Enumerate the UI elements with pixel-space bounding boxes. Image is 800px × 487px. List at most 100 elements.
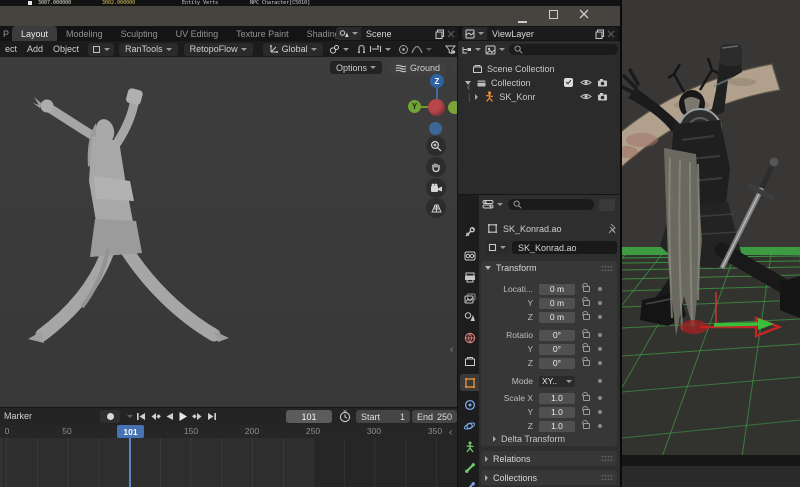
tab-collection-props[interactable] <box>461 353 478 370</box>
properties-search-input[interactable] <box>508 199 594 210</box>
snap-toggle[interactable] <box>356 44 367 55</box>
tab-view-layer[interactable] <box>461 290 478 307</box>
scene-icon[interactable] <box>336 27 361 40</box>
rotation-y-lock-icon[interactable] <box>583 346 590 352</box>
rotation-y-field[interactable]: 0° <box>539 344 575 355</box>
character-model-gray[interactable] <box>22 81 237 361</box>
rotation-x-field[interactable]: 0° <box>539 330 575 341</box>
pin-icon[interactable] <box>607 223 617 234</box>
menu-object[interactable]: Object <box>48 44 84 54</box>
playhead-line[interactable] <box>129 438 131 487</box>
region-chevron-outliner[interactable]: ‹ <box>467 83 470 93</box>
tab-tool[interactable] <box>461 223 478 240</box>
collection-hide-eye-icon[interactable] <box>580 78 592 87</box>
delta-transform-subpanel[interactable]: Delta Transform <box>493 433 629 445</box>
zoom-button[interactable] <box>426 136 446 156</box>
end-frame-field[interactable]: End 250 <box>412 410 457 423</box>
mode-dropdown[interactable] <box>88 43 114 56</box>
proportional-falloff-dropdown[interactable] <box>411 44 432 54</box>
tab-world[interactable] <box>461 329 478 346</box>
timeline-track-area[interactable] <box>0 438 457 487</box>
scale-y-field[interactable]: 1.0 <box>539 407 575 418</box>
tab-constraints[interactable] <box>461 396 478 413</box>
gizmo-axis-z-neg[interactable] <box>429 122 442 135</box>
pivot-point-dropdown[interactable] <box>329 44 349 55</box>
tab-output[interactable] <box>461 269 478 286</box>
next-keyframe-button[interactable] <box>192 412 203 421</box>
new-viewlayer-icon[interactable] <box>595 29 605 39</box>
marker-menu[interactable]: Marker <box>4 411 32 421</box>
rotation-z-lock-icon[interactable] <box>583 360 590 366</box>
gizmo-axis-z[interactable]: Z <box>430 74 444 88</box>
play-button[interactable] <box>178 411 188 422</box>
scale-x-field[interactable]: 1.0 <box>539 393 575 404</box>
scale-x-decorator[interactable] <box>598 396 602 400</box>
location-z-field[interactable]: 0 m <box>539 312 575 323</box>
relations-grip-icon[interactable] <box>601 455 613 462</box>
navigation-gizmo[interactable]: Z Y <box>398 73 457 143</box>
prev-keyframe-button[interactable] <box>150 412 161 421</box>
tab-bone-constraints[interactable] <box>461 478 478 487</box>
tab-scene[interactable] <box>461 308 478 325</box>
tab-object-props[interactable] <box>460 374 479 391</box>
view-object-types-dropdown[interactable] <box>445 44 457 55</box>
tab-modeling[interactable]: Modeling <box>57 26 112 41</box>
location-z-decorator[interactable] <box>598 315 602 319</box>
rotation-z-decorator[interactable] <box>598 361 602 365</box>
maximize-button[interactable] <box>549 10 558 19</box>
gizmo-axis-x[interactable] <box>428 99 445 116</box>
viewlayer-selector[interactable]: ViewLayer <box>462 27 618 40</box>
rotation-y-decorator[interactable] <box>598 347 602 351</box>
tab-render[interactable] <box>461 247 478 264</box>
collection-render-camera-icon[interactable] <box>597 78 608 87</box>
start-frame-field[interactable]: Start 1 <box>356 410 410 423</box>
jump-to-end-button[interactable] <box>207 412 217 421</box>
location-y-field[interactable]: 0 m <box>539 298 575 309</box>
object-render-camera-icon[interactable] <box>597 92 608 101</box>
properties-editor-type-dropdown[interactable] <box>482 199 503 210</box>
rotation-mode-dropdown[interactable]: XY.. <box>539 376 575 387</box>
auto-key-button[interactable] <box>100 410 120 423</box>
properties-filter-button[interactable] <box>599 199 615 211</box>
rotation-x-decorator[interactable] <box>598 333 602 337</box>
tab-physics[interactable] <box>461 417 478 434</box>
gizmo-axis-y-neg[interactable] <box>448 101 457 114</box>
retopoflow-dropdown[interactable]: RetopoFlow <box>184 43 253 56</box>
object-expand-icon[interactable] <box>475 94 478 100</box>
collection-checkbox[interactable] <box>564 78 573 87</box>
rotation-x-lock-icon[interactable] <box>583 332 590 338</box>
scale-x-lock-icon[interactable] <box>583 395 590 401</box>
location-x-field[interactable]: 0 m <box>539 284 575 295</box>
viewlayer-icon[interactable] <box>462 27 487 40</box>
tab-texture-paint[interactable]: Texture Paint <box>227 26 298 41</box>
camera-view-button[interactable] <box>426 178 446 198</box>
id-name-field[interactable]: SK_Konrad.ao <box>512 241 617 254</box>
outliner-row-collection[interactable]: Collection <box>458 76 620 89</box>
rotation-mode-decorator[interactable] <box>598 379 602 383</box>
outliner-row-sk-konrad[interactable]: | SK_Konr <box>458 90 620 103</box>
scene-selector[interactable]: Scene <box>336 27 458 40</box>
orientation-dropdown[interactable]: Global <box>263 43 323 56</box>
outliner-filter-dropdown[interactable] <box>485 45 505 55</box>
transform-panel-header[interactable]: Transform <box>481 261 617 275</box>
outliner-row-scene-collection[interactable]: Scene Collection <box>458 62 620 75</box>
transform-grip-icon[interactable] <box>601 265 613 272</box>
id-browse-dropdown[interactable] <box>485 241 509 254</box>
rantools-dropdown[interactable]: RanTools <box>119 43 178 56</box>
location-x-lock-icon[interactable] <box>583 286 590 292</box>
viewport-3d[interactable]: ect Add Object RanTools RetopoFlow Globa… <box>0 41 457 407</box>
menu-select-partial[interactable]: ect <box>0 44 22 54</box>
outliner-search-input[interactable] <box>509 44 618 55</box>
collections-panel[interactable]: Collections <box>481 470 617 485</box>
location-x-decorator[interactable] <box>598 287 602 291</box>
minimize-button[interactable] <box>518 15 527 24</box>
relations-panel[interactable]: Relations <box>481 451 617 466</box>
region-chevron-timeline[interactable]: ‹ <box>449 428 452 438</box>
object-hide-eye-icon[interactable] <box>580 92 592 101</box>
tab-layout[interactable]: Layout <box>12 26 57 41</box>
tab-sculpting[interactable]: Sculpting <box>112 26 167 41</box>
scale-z-lock-icon[interactable] <box>583 423 590 429</box>
location-y-decorator[interactable] <box>598 301 602 305</box>
unlink-scene-icon[interactable] <box>447 30 455 38</box>
viewlayer-name[interactable]: ViewLayer <box>487 29 595 39</box>
